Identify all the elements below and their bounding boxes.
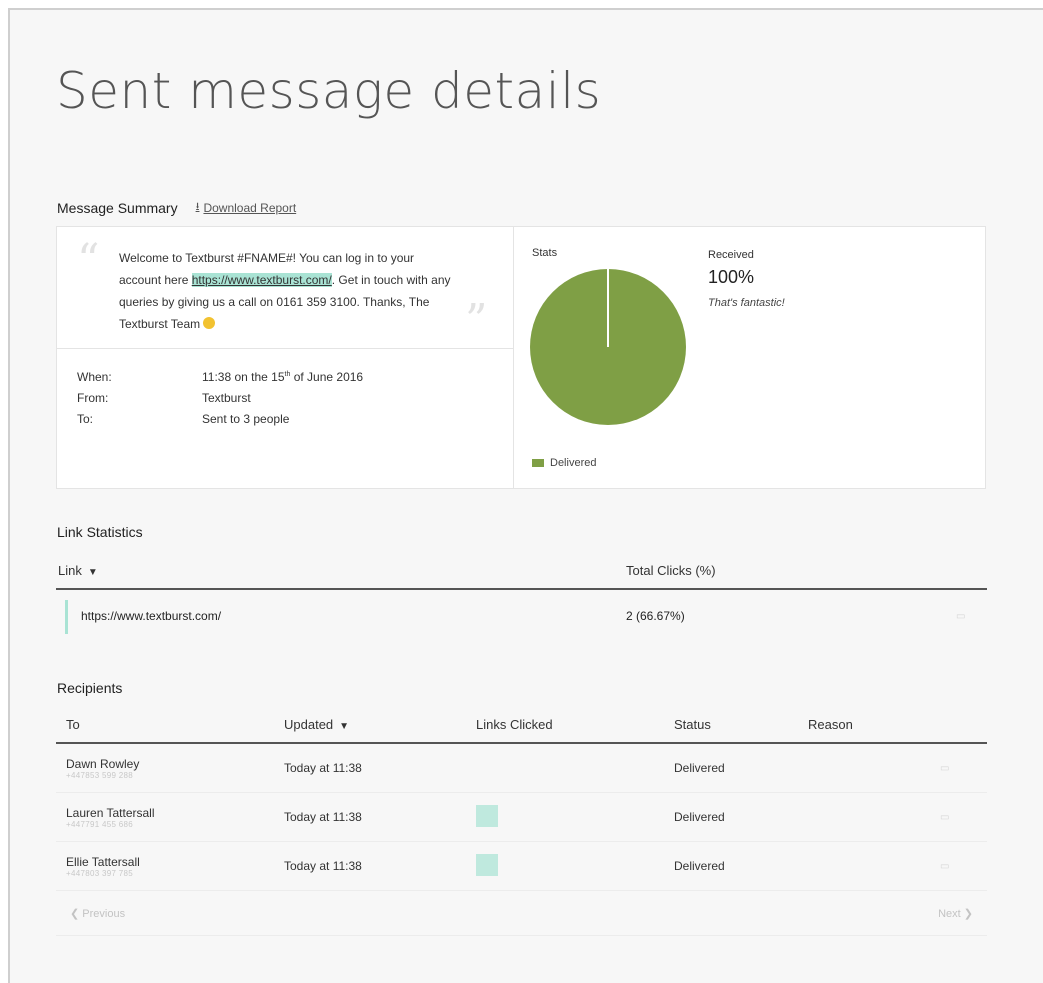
row-detail-icon[interactable]: ▭ bbox=[940, 861, 949, 872]
message-quote: “ Welcome to Textburst #FNAME#! You can … bbox=[57, 227, 513, 349]
recipient-row[interactable]: Lauren Tattersall +447791 455 686 Today … bbox=[56, 793, 987, 842]
message-summary-title: Message Summary bbox=[57, 199, 178, 216]
recipient-name: Ellie Tattersall bbox=[66, 854, 140, 869]
download-icon: ⭳ bbox=[195, 201, 200, 213]
recipient-name: Lauren Tattersall bbox=[66, 805, 155, 820]
previous-label: Previous bbox=[82, 907, 126, 920]
links-clicked-cell bbox=[476, 853, 674, 879]
stats-pane: Stats Delivered Received 100% That's fan… bbox=[514, 227, 985, 488]
link-row-accent bbox=[65, 600, 68, 634]
status-cell: Delivered bbox=[674, 859, 725, 873]
link-clicked-badge[interactable] bbox=[476, 853, 498, 876]
to-column-header[interactable]: To bbox=[56, 717, 284, 732]
received-value: 100% bbox=[708, 267, 755, 287]
received-label: Received bbox=[708, 249, 754, 261]
recipient-name: Dawn Rowley bbox=[66, 756, 140, 771]
received-note: That's fantastic! bbox=[708, 297, 785, 309]
recipient-phone: +447853 599 288 bbox=[66, 770, 134, 780]
page-title: Sent message details bbox=[56, 62, 602, 120]
recipients-table: To Updated ▼ Links Clicked Status Reason … bbox=[56, 706, 987, 936]
pie-legend: Delivered bbox=[532, 457, 596, 469]
next-label: Next bbox=[938, 907, 961, 920]
sort-down-icon: ▼ bbox=[87, 566, 98, 578]
message-pane: “ Welcome to Textburst #FNAME#! You can … bbox=[57, 227, 514, 488]
recipient-phone: +447803 397 785 bbox=[66, 868, 134, 878]
recipients-title: Recipients bbox=[57, 680, 123, 696]
link-clicks: 2 (66.67%) bbox=[626, 609, 685, 623]
delivery-pie-chart bbox=[530, 269, 686, 425]
recipient-phone: +447791 455 686 bbox=[66, 819, 134, 829]
open-quote-icon: “ bbox=[77, 235, 100, 286]
meta-value: Textburst bbox=[202, 391, 251, 405]
row-detail-icon[interactable]: ▭ bbox=[956, 611, 965, 622]
legend-label: Delivered bbox=[550, 457, 597, 469]
meta-value: Sent to 3 people bbox=[202, 412, 290, 426]
meta-key: From: bbox=[77, 391, 109, 405]
link-column-header[interactable]: Link ▼ bbox=[56, 563, 626, 578]
status-cell: Delivered bbox=[674, 761, 725, 775]
link-table-header: Link ▼ Total Clicks (%) bbox=[56, 552, 987, 590]
message-summary-header: Message Summary ⭳ Download Report bbox=[57, 198, 296, 217]
meta-row-from: From: Textburst bbox=[77, 391, 363, 412]
recipient-cell: Dawn Rowley +447853 599 288 bbox=[56, 757, 284, 780]
updated-cell: Today at 11:38 bbox=[284, 810, 362, 824]
sort-down-icon: ▼ bbox=[339, 720, 350, 732]
total-clicks-column-header[interactable]: Total Clicks (%) bbox=[626, 563, 716, 578]
row-detail-icon[interactable]: ▭ bbox=[940, 812, 949, 823]
recipients-table-header: To Updated ▼ Links Clicked Status Reason bbox=[56, 706, 987, 744]
stats-label: Stats bbox=[532, 247, 558, 259]
pagination: ❮ Previous Next ❯ bbox=[56, 891, 987, 936]
meta-key: To: bbox=[77, 412, 94, 426]
next-page-button[interactable]: Next ❯ bbox=[938, 907, 973, 920]
updated-column-header[interactable]: Updated ▼ bbox=[284, 717, 476, 732]
meta-row-to: To: Sent to 3 people bbox=[77, 412, 363, 433]
updated-column-label: Updated bbox=[284, 716, 334, 732]
links-clicked-column-header[interactable]: Links Clicked bbox=[476, 717, 674, 732]
link-statistics-title: Link Statistics bbox=[57, 524, 143, 540]
recipient-row[interactable]: Ellie Tattersall +447803 397 785 Today a… bbox=[56, 842, 987, 891]
links-clicked-cell bbox=[476, 804, 674, 830]
link-url: https://www.textburst.com/ bbox=[81, 609, 222, 623]
meta-key: When: bbox=[77, 370, 112, 384]
message-summary-panel: “ Welcome to Textburst #FNAME#! You can … bbox=[56, 226, 986, 489]
message-link[interactable]: https://www.textburst.com/ bbox=[191, 273, 332, 287]
message-meta: When: 11:38 on the 15th of June 2016 Fro… bbox=[77, 370, 363, 433]
updated-cell: Today at 11:38 bbox=[284, 761, 362, 775]
link-clicked-badge[interactable] bbox=[476, 804, 498, 827]
row-detail-icon[interactable]: ▭ bbox=[940, 763, 949, 774]
download-report-link[interactable]: ⭳ Download Report bbox=[196, 198, 297, 217]
status-column-header[interactable]: Status bbox=[674, 717, 808, 732]
recipient-row[interactable]: Dawn Rowley +447853 599 288 Today at 11:… bbox=[56, 744, 987, 793]
link-row[interactable]: https://www.textburst.com/ 2 (66.67%) ▭ bbox=[56, 590, 987, 642]
link-statistics-table: Link ▼ Total Clicks (%) https://www.textb… bbox=[56, 552, 987, 642]
download-report-label: Download Report bbox=[203, 200, 297, 215]
meta-row-when: When: 11:38 on the 15th of June 2016 bbox=[77, 370, 363, 391]
link-column-label: Link bbox=[58, 562, 82, 578]
recipient-cell: Ellie Tattersall +447803 397 785 bbox=[56, 855, 284, 878]
updated-cell: Today at 11:38 bbox=[284, 859, 362, 873]
close-quote-icon: ” bbox=[465, 295, 488, 346]
smiley-emoji-icon bbox=[203, 317, 216, 329]
status-cell: Delivered bbox=[674, 810, 725, 824]
recipient-cell: Lauren Tattersall +447791 455 686 bbox=[56, 806, 284, 829]
message-text: Welcome to Textburst #FNAME#! You can lo… bbox=[119, 247, 459, 335]
legend-swatch bbox=[532, 459, 544, 467]
previous-page-button[interactable]: ❮ Previous bbox=[70, 907, 125, 920]
reason-column-header[interactable]: Reason bbox=[808, 717, 853, 732]
meta-value: 11:38 on the 15th of June 2016 bbox=[202, 370, 364, 384]
